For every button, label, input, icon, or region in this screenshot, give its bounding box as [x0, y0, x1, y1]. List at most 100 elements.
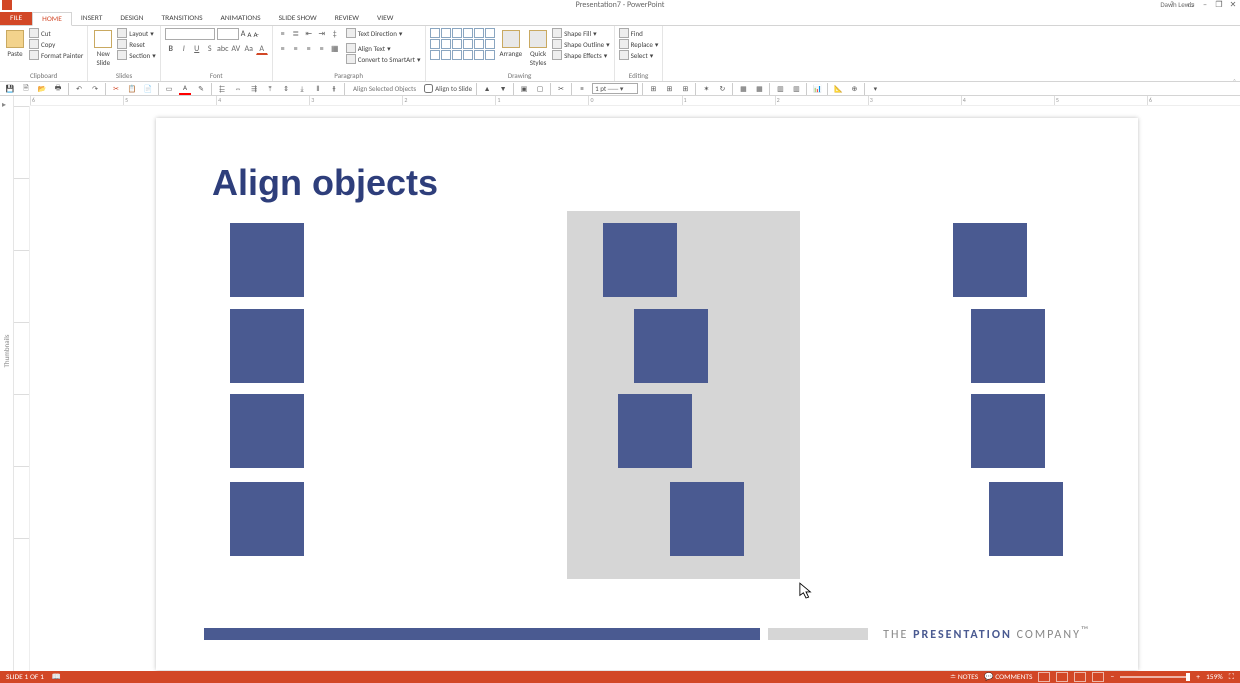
- paste-button[interactable]: Paste: [4, 28, 26, 60]
- close-button[interactable]: ✕: [1228, 0, 1238, 10]
- shape-square[interactable]: [603, 223, 677, 297]
- bold-button[interactable]: B: [165, 43, 177, 55]
- shape-square[interactable]: [230, 223, 304, 297]
- qat-font-color-icon[interactable]: A: [179, 83, 191, 95]
- qat-undo-button[interactable]: ↶: [73, 83, 85, 95]
- quick-styles-button[interactable]: Quick Styles: [527, 28, 549, 69]
- reset-button[interactable]: Reset: [117, 39, 155, 49]
- collapse-ribbon-icon[interactable]: ˆ: [1233, 78, 1236, 88]
- tab-file[interactable]: FILE: [0, 11, 32, 25]
- zoom-level[interactable]: 159%: [1206, 673, 1223, 682]
- zoom-in-button[interactable]: +: [1196, 673, 1200, 682]
- qat-insert2-icon[interactable]: ▦: [753, 83, 765, 95]
- tab-transitions[interactable]: TRANSITIONS: [153, 11, 212, 25]
- qat-table1-icon[interactable]: ▥: [774, 83, 786, 95]
- convert-smartart-button[interactable]: Convert to SmartArt ▾: [346, 54, 421, 64]
- clear-format-button[interactable]: A̶: [253, 30, 257, 39]
- decrease-indent-button[interactable]: ⇤: [303, 28, 315, 40]
- shape-fill-button[interactable]: Shape Fill ▾: [552, 28, 610, 38]
- zoom-thumb[interactable]: [1186, 673, 1190, 681]
- shadow-button[interactable]: S: [204, 43, 216, 55]
- qat-guides-icon[interactable]: ⊕: [848, 83, 860, 95]
- align-text-button[interactable]: Align Text ▾: [346, 43, 421, 53]
- font-size-input[interactable]: [217, 28, 239, 40]
- char-spacing-button[interactable]: AV: [230, 43, 242, 55]
- notes-button[interactable]: ≐ NOTES: [950, 672, 978, 682]
- qat-paste-icon[interactable]: 📄: [142, 83, 154, 95]
- qat-send-backward-icon[interactable]: ▼: [497, 83, 509, 95]
- qat-align-right-icon[interactable]: ⇶: [248, 83, 260, 95]
- qat-rotate-icon[interactable]: ↻: [716, 83, 728, 95]
- tab-home[interactable]: HOME: [32, 12, 72, 26]
- section-button[interactable]: Section ▾: [117, 50, 155, 60]
- case-button[interactable]: Aa: [243, 43, 255, 55]
- shape-square[interactable]: [971, 394, 1045, 468]
- qat-align-top-icon[interactable]: ⤒: [264, 83, 276, 95]
- qat-saveall-icon[interactable]: 🗎: [20, 83, 32, 95]
- align-left-button[interactable]: ≡: [277, 43, 289, 55]
- increase-indent-button[interactable]: ⇥: [316, 28, 328, 40]
- slide-editor[interactable]: 6543210123456 Align objects: [14, 96, 1240, 671]
- tab-review[interactable]: REVIEW: [326, 11, 368, 25]
- align-right-button[interactable]: ≡: [303, 43, 315, 55]
- normal-view-button[interactable]: [1038, 672, 1050, 682]
- tab-design[interactable]: DESIGN: [111, 11, 152, 25]
- arrange-button[interactable]: Arrange: [498, 28, 525, 60]
- format-painter-button[interactable]: Format Painter: [29, 50, 83, 60]
- spellcheck-icon[interactable]: 📖: [52, 672, 61, 682]
- qat-save-icon[interactable]: 💾: [4, 83, 16, 95]
- sorter-view-button[interactable]: [1056, 672, 1068, 682]
- shape-square[interactable]: [670, 482, 744, 556]
- numbering-button[interactable]: ≣: [290, 28, 302, 40]
- shape-square[interactable]: [634, 309, 708, 383]
- qat-chart-icon[interactable]: 📊: [811, 83, 823, 95]
- shape-square[interactable]: [953, 223, 1027, 297]
- qat-align-left-icon[interactable]: ⬱: [216, 83, 228, 95]
- shrink-font-button[interactable]: A: [247, 30, 251, 39]
- qat-print-icon[interactable]: 🖶: [52, 83, 64, 95]
- shape-square[interactable]: [618, 394, 692, 468]
- tab-view[interactable]: VIEW: [368, 11, 402, 25]
- qat-bring-forward-icon[interactable]: ▲: [481, 83, 493, 95]
- qat-smartguide-icon[interactable]: ✶: [700, 83, 712, 95]
- qat-align-bottom-icon[interactable]: ⤓: [296, 83, 308, 95]
- ribbon-options-icon[interactable]: ▭: [1186, 0, 1196, 10]
- qat-ruler-icon[interactable]: 📐: [832, 83, 844, 95]
- qat-line-style-icon[interactable]: ≡: [576, 83, 588, 95]
- qat-group-icon[interactable]: ▣: [518, 83, 530, 95]
- reading-view-button[interactable]: [1074, 672, 1086, 682]
- qat-crop-icon[interactable]: ✂: [555, 83, 567, 95]
- restore-button[interactable]: ❐: [1214, 0, 1224, 10]
- grow-font-button[interactable]: A: [241, 29, 246, 39]
- italic-button[interactable]: I: [178, 43, 190, 55]
- zoom-out-button[interactable]: −: [1110, 673, 1114, 682]
- qat-align-middle-icon[interactable]: ⇕: [280, 83, 292, 95]
- qat-insert1-icon[interactable]: ▦: [737, 83, 749, 95]
- replace-button[interactable]: Replace ▾: [619, 39, 659, 49]
- font-name-input[interactable]: [165, 28, 215, 40]
- qat-grid3-icon[interactable]: ⊞: [679, 83, 691, 95]
- layout-button[interactable]: Layout ▾: [117, 28, 155, 38]
- fit-to-window-button[interactable]: ⛶: [1229, 673, 1234, 682]
- expand-thumbnails-icon[interactable]: ▸: [2, 100, 6, 110]
- shape-square[interactable]: [971, 309, 1045, 383]
- shape-outline-button[interactable]: Shape Outline ▾: [552, 39, 610, 49]
- shapes-gallery[interactable]: [430, 28, 495, 60]
- qat-align-center-icon[interactable]: ⇔: [232, 83, 244, 95]
- align-center-button[interactable]: ≡: [290, 43, 302, 55]
- slide-indicator[interactable]: SLIDE 1 OF 1: [6, 673, 44, 682]
- line-spacing-button[interactable]: ‡: [329, 28, 341, 40]
- qat-select-all-icon[interactable]: ▭: [163, 83, 175, 95]
- shape-square[interactable]: [230, 309, 304, 383]
- copy-button[interactable]: Copy: [29, 39, 83, 49]
- strike-button[interactable]: abc: [217, 43, 229, 55]
- qat-distribute-v-icon[interactable]: ⫵: [328, 83, 340, 95]
- tab-insert[interactable]: INSERT: [72, 11, 112, 25]
- shape-square[interactable]: [230, 482, 304, 556]
- qat-open-icon[interactable]: 📂: [36, 83, 48, 95]
- qat-highlight-icon[interactable]: ✎: [195, 83, 207, 95]
- qat-redo-button[interactable]: ↷: [89, 83, 101, 95]
- shape-square[interactable]: [989, 482, 1063, 556]
- qat-more-icon[interactable]: ▾: [869, 83, 881, 95]
- columns-button[interactable]: ▦: [329, 43, 341, 55]
